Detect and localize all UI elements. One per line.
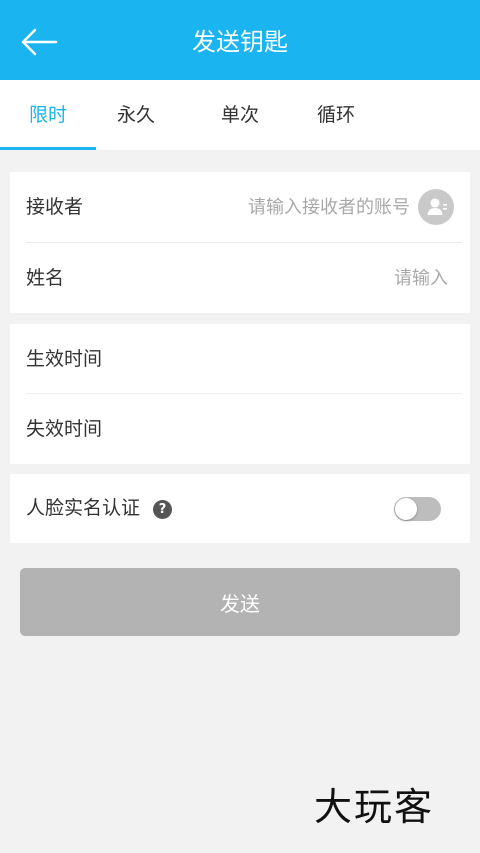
question-circle-icon[interactable]: ? (153, 500, 172, 519)
receiver-row: 接收者 (10, 172, 470, 242)
watermark-logo: 大玩客 (314, 785, 435, 829)
expire-time-label: 失效时间 (26, 418, 103, 440)
face-verification-row: 人脸实名认证 ? (10, 474, 470, 543)
receiver-account-input[interactable] (170, 191, 410, 223)
tab-bar: 限时 永久 单次 循环 (0, 80, 480, 150)
name-input[interactable] (210, 262, 448, 294)
time-card: 生效时间 失效时间 (10, 324, 470, 464)
tab-limited-time[interactable]: 限时 (0, 80, 96, 150)
effective-time-row[interactable]: 生效时间 (10, 324, 470, 394)
effective-time-label: 生效时间 (26, 348, 103, 370)
app-bar: 发送钥匙 (0, 0, 480, 80)
name-row: 姓名 (10, 243, 470, 313)
contact-person-icon (427, 198, 447, 215)
receiver-label: 接收者 (26, 196, 84, 218)
name-label: 姓名 (26, 267, 65, 289)
active-tab-indicator (0, 147, 96, 150)
recipient-card: 接收者 姓名 (10, 172, 470, 313)
contact-picker-button[interactable] (418, 189, 454, 225)
face-verification-label: 人脸实名认证 (26, 497, 141, 519)
expire-time-row[interactable]: 失效时间 (10, 394, 470, 464)
tab-recurring[interactable]: 循环 (288, 80, 384, 150)
tab-permanent[interactable]: 永久 (88, 80, 184, 150)
page-title: 发送钥匙 (192, 28, 288, 56)
toggle-knob (395, 498, 417, 520)
tab-single-use[interactable]: 单次 (192, 80, 288, 150)
send-button[interactable]: 发送 (20, 568, 460, 636)
face-verification-toggle[interactable] (394, 497, 441, 521)
face-verification-card: 人脸实名认证 ? (10, 474, 470, 543)
